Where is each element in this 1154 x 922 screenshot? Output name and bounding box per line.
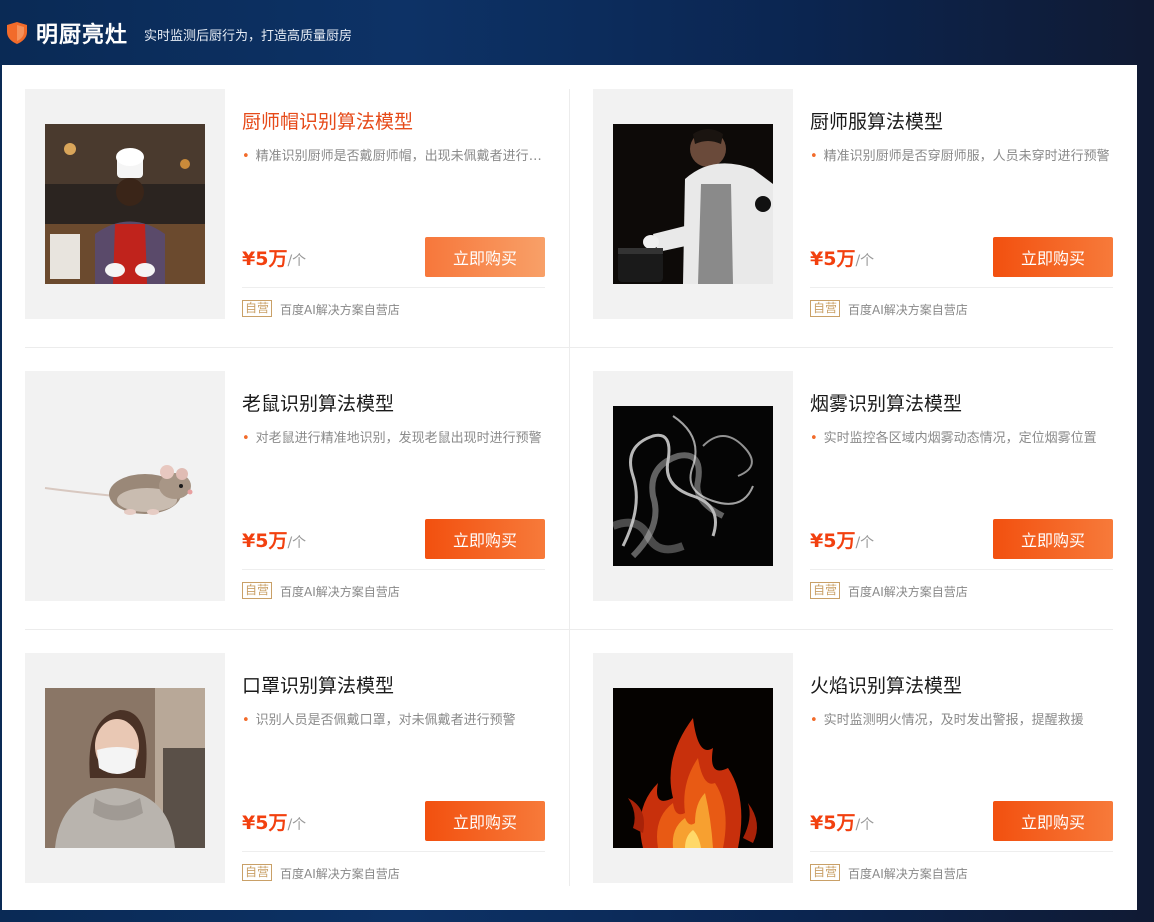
store-link[interactable]: 百度AI解决方案自营店 xyxy=(280,865,400,882)
price-unit: /个 xyxy=(287,817,307,833)
page-title: 明厨亮灶 xyxy=(36,22,129,48)
self-operated-badge: 自营 xyxy=(810,582,841,599)
price-unit: /个 xyxy=(855,253,875,269)
product-title[interactable]: 厨师服算法模型 xyxy=(810,107,943,134)
product-description-text: 精准识别厨师是否戴厨师帽，出现未佩戴者进行预警 xyxy=(255,149,542,164)
card-divider xyxy=(810,569,1113,570)
product-image-chef-uniform[interactable] xyxy=(593,89,793,319)
product-description: • 实时监测明火情况，及时发出警报，提醒救援 xyxy=(810,709,1110,728)
product-description: • 识别人员是否佩戴口罩，对未佩戴者进行预警 xyxy=(242,709,542,728)
bullet-icon: • xyxy=(242,431,250,446)
bullet-icon: • xyxy=(242,713,250,728)
product-card[interactable]: 烟雾识别算法模型 • 实时监控各区域内烟雾动态情况，定位烟雾位置 ¥5万/个 立即… xyxy=(593,371,1113,601)
price-unit: /个 xyxy=(855,535,875,551)
bullet-icon: • xyxy=(242,149,250,164)
column-divider xyxy=(569,89,570,886)
product-price: ¥5万/个 xyxy=(242,808,306,835)
card-divider xyxy=(810,287,1113,288)
product-description: • 精准识别厨师是否穿厨师服，人员未穿时进行预警 xyxy=(810,145,1110,164)
self-operated-badge: 自营 xyxy=(810,300,841,317)
store-link[interactable]: 百度AI解决方案自营店 xyxy=(848,583,968,600)
store-link[interactable]: 百度AI解决方案自营店 xyxy=(848,865,968,882)
row-divider xyxy=(25,347,1113,348)
chef-uniform-photo xyxy=(613,124,773,284)
card-divider xyxy=(242,287,545,288)
row-divider xyxy=(25,629,1113,630)
product-image-mask[interactable] xyxy=(25,653,225,883)
price-amount: ¥5万 xyxy=(242,530,288,552)
product-description-text: 识别人员是否佩戴口罩，对未佩戴者进行预警 xyxy=(255,713,516,728)
card-divider xyxy=(810,851,1113,852)
product-description-text: 精准识别厨师是否穿厨师服，人员未穿时进行预警 xyxy=(823,149,1110,164)
price-amount: ¥5万 xyxy=(810,530,856,552)
product-image-fire[interactable] xyxy=(593,653,793,883)
top-banner: 明厨亮灶 实时监测后厨行为，打造高质量厨房 xyxy=(0,0,1154,65)
buy-now-button[interactable]: 立即购买 xyxy=(993,519,1113,559)
product-title[interactable]: 火焰识别算法模型 xyxy=(810,671,962,698)
price-unit: /个 xyxy=(287,535,307,551)
product-card[interactable]: 厨师帽识别算法模型 • 精准识别厨师是否戴厨师帽，出现未佩戴者进行预警 ¥5万/个… xyxy=(25,89,545,319)
shield-icon xyxy=(7,21,27,44)
price-unit: /个 xyxy=(855,817,875,833)
card-divider xyxy=(242,569,545,570)
rat-photo xyxy=(44,465,193,515)
product-card[interactable]: 口罩识别算法模型 • 识别人员是否佩戴口罩，对未佩戴者进行预警 ¥5万/个 立即购… xyxy=(25,653,545,883)
product-description: • 对老鼠进行精准地识别，发现老鼠出现时进行预警 xyxy=(242,427,542,446)
product-description: • 精准识别厨师是否戴厨师帽，出现未佩戴者进行预警 xyxy=(242,145,542,164)
product-image-chef-hat[interactable] xyxy=(25,89,225,319)
product-title[interactable]: 老鼠识别算法模型 xyxy=(242,389,394,416)
self-operated-badge: 自营 xyxy=(810,864,841,881)
product-description-text: 实时监控各区域内烟雾动态情况，定位烟雾位置 xyxy=(823,431,1097,446)
buy-now-button[interactable]: 立即购买 xyxy=(425,237,545,277)
store-link[interactable]: 百度AI解决方案自营店 xyxy=(280,301,400,318)
price-amount: ¥5万 xyxy=(242,812,288,834)
product-grid: 厨师帽识别算法模型 • 精准识别厨师是否戴厨师帽，出现未佩戴者进行预警 ¥5万/个… xyxy=(2,65,1137,910)
page-subtitle: 实时监测后厨行为，打造高质量厨房 xyxy=(144,29,353,44)
price-amount: ¥5万 xyxy=(242,248,288,270)
store-link[interactable]: 百度AI解决方案自营店 xyxy=(280,583,400,600)
store-link[interactable]: 百度AI解决方案自营店 xyxy=(848,301,968,318)
product-price: ¥5万/个 xyxy=(810,526,874,553)
product-image-rat[interactable] xyxy=(25,371,225,601)
self-operated-badge: 自营 xyxy=(242,864,273,881)
product-card[interactable]: 厨师服算法模型 • 精准识别厨师是否穿厨师服，人员未穿时进行预警 ¥5万/个 立即… xyxy=(593,89,1113,319)
buy-now-button[interactable]: 立即购买 xyxy=(993,801,1113,841)
buy-now-button[interactable]: 立即购买 xyxy=(993,237,1113,277)
product-price: ¥5万/个 xyxy=(810,808,874,835)
self-operated-badge: 自营 xyxy=(242,582,273,599)
product-description: • 实时监控各区域内烟雾动态情况，定位烟雾位置 xyxy=(810,427,1110,446)
self-operated-badge: 自营 xyxy=(242,300,273,317)
product-card[interactable]: 老鼠识别算法模型 • 对老鼠进行精准地识别，发现老鼠出现时进行预警 ¥5万/个 立… xyxy=(25,371,545,601)
product-price: ¥5万/个 xyxy=(242,244,306,271)
price-unit: /个 xyxy=(287,253,307,269)
price-amount: ¥5万 xyxy=(810,812,856,834)
bullet-icon: • xyxy=(810,713,818,728)
fire-photo xyxy=(613,688,773,848)
chef-hat-photo xyxy=(45,124,205,284)
product-price: ¥5万/个 xyxy=(810,244,874,271)
card-divider xyxy=(242,851,545,852)
product-title[interactable]: 烟雾识别算法模型 xyxy=(810,389,962,416)
buy-now-button[interactable]: 立即购买 xyxy=(425,801,545,841)
product-description-text: 对老鼠进行精准地识别，发现老鼠出现时进行预警 xyxy=(255,431,542,446)
product-card[interactable]: 火焰识别算法模型 • 实时监测明火情况，及时发出警报，提醒救援 ¥5万/个 立即购… xyxy=(593,653,1113,883)
price-amount: ¥5万 xyxy=(810,248,856,270)
product-image-smoke[interactable] xyxy=(593,371,793,601)
bullet-icon: • xyxy=(810,431,818,446)
smoke-photo xyxy=(613,406,773,566)
product-title[interactable]: 口罩识别算法模型 xyxy=(242,671,394,698)
bullet-icon: • xyxy=(810,149,818,164)
product-title[interactable]: 厨师帽识别算法模型 xyxy=(242,107,413,134)
buy-now-button[interactable]: 立即购买 xyxy=(425,519,545,559)
product-description-text: 实时监测明火情况，及时发出警报，提醒救援 xyxy=(823,713,1084,728)
mask-photo xyxy=(45,688,205,848)
product-price: ¥5万/个 xyxy=(242,526,306,553)
